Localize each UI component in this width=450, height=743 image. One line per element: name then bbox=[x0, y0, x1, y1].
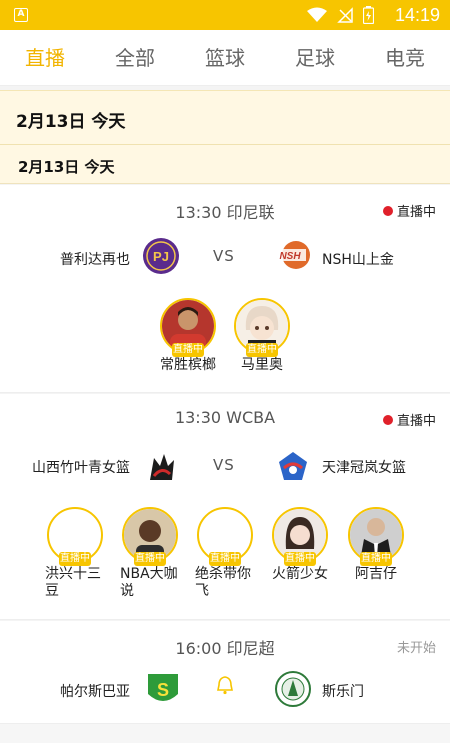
anchor-name: 马里奥 bbox=[241, 357, 283, 373]
anchor-item[interactable]: 直播中 洪兴十三 豆 bbox=[35, 507, 115, 600]
tab-basketball[interactable]: 篮球 bbox=[180, 30, 270, 85]
battery-charging-icon bbox=[363, 6, 374, 24]
match-status: 直播中 bbox=[382, 201, 436, 220]
anchor-live-tag: 直播中 bbox=[360, 552, 392, 566]
away-team-name: NSH山上金 bbox=[322, 252, 394, 268]
anchor-name: 洪兴十三 豆 bbox=[45, 566, 101, 599]
anchor-name: 阿吉仔 bbox=[355, 566, 397, 582]
anchor-item[interactable]: 直播中 马里奥 bbox=[222, 298, 302, 374]
match-card[interactable]: 13:30 印尼联 直播中 普利达再也 PJ VS NSH NSH山上金 直播中… bbox=[0, 185, 450, 393]
bell-icon[interactable] bbox=[216, 675, 234, 695]
anchor-item[interactable]: 直播中 阿吉仔 bbox=[336, 507, 416, 583]
anchor-live-tag: 直播中 bbox=[59, 552, 91, 566]
svg-text:S: S bbox=[157, 680, 169, 700]
wifi-icon bbox=[307, 7, 327, 22]
anchor-name: 绝杀带你 飞 bbox=[195, 566, 251, 599]
anchor-name: NBA大咖 说 bbox=[120, 566, 178, 599]
anchor-live-tag: 直播中 bbox=[284, 552, 316, 566]
away-team-logo bbox=[275, 671, 311, 707]
home-team-logo bbox=[150, 454, 174, 480]
clock: 14:19 bbox=[394, 5, 440, 25]
anchor-item[interactable]: 直播中 绝杀带你 飞 bbox=[185, 507, 265, 600]
date-header: 2月13日 今天 bbox=[0, 90, 450, 144]
live-dot-icon bbox=[382, 205, 393, 216]
anchor-live-tag: 直播中 bbox=[246, 343, 278, 357]
tab-esports[interactable]: 电竞 bbox=[360, 30, 450, 85]
anchor-item[interactable]: 直播中 常胜槟榔 bbox=[148, 298, 228, 374]
no-signal-icon bbox=[337, 7, 353, 23]
date-subheader: 2月13日 今天 bbox=[0, 144, 450, 184]
away-team-name: 斯乐门 bbox=[322, 684, 364, 700]
versus-label: VS bbox=[213, 456, 235, 474]
anchor-item[interactable]: 直播中 火箭少女 bbox=[260, 507, 340, 583]
anchor-live-tag: 直播中 bbox=[209, 552, 241, 566]
status-icons bbox=[307, 6, 374, 24]
match-status-label: 直播中 bbox=[396, 205, 436, 220]
match-status-label: 直播中 bbox=[396, 414, 436, 429]
tab-all[interactable]: 全部 bbox=[90, 30, 180, 85]
anchor-live-tag: 直播中 bbox=[134, 552, 166, 566]
match-status-label: 未开始 bbox=[396, 641, 436, 656]
tab-football[interactable]: 足球 bbox=[270, 30, 360, 85]
status-bar: A 14:19 bbox=[0, 0, 450, 30]
home-team-name: 山西竹叶青女篮 bbox=[32, 460, 130, 476]
home-team-name: 普利达再也 bbox=[60, 252, 130, 268]
match-time-league: 16:00 印尼超 bbox=[175, 639, 275, 658]
date-subheader-label: 2月13日 今天 bbox=[18, 158, 115, 176]
home-team-logo: PJ bbox=[143, 238, 179, 274]
svg-text:PJ: PJ bbox=[153, 249, 169, 264]
category-tabs: 直播 全部 篮球 足球 电竞 bbox=[0, 30, 450, 86]
match-card[interactable]: 16:00 印尼超 未开始 帕尔斯巴亚 S 斯乐门 bbox=[0, 621, 450, 724]
date-header-label: 2月13日 今天 bbox=[16, 112, 126, 132]
tab-live[interactable]: 直播 bbox=[0, 30, 90, 85]
anchor-live-tag: 直播中 bbox=[172, 343, 204, 357]
away-team-logo bbox=[279, 452, 307, 480]
versus-label: VS bbox=[213, 247, 235, 265]
live-dot-icon bbox=[382, 414, 393, 425]
match-card[interactable]: 13:30 WCBA 直播中 山西竹叶青女篮 VS 天津冠岚女篮 直播中 洪兴十… bbox=[0, 394, 450, 620]
away-team-name: 天津冠岚女篮 bbox=[322, 460, 406, 476]
anchor-item[interactable]: 直播中 NBA大咖 说 bbox=[110, 507, 190, 600]
svg-text:NSH: NSH bbox=[279, 251, 301, 262]
anchor-name: 常胜槟榔 bbox=[160, 357, 216, 373]
bottom-strip bbox=[0, 724, 450, 743]
anchor-name: 火箭少女 bbox=[272, 566, 328, 582]
home-team-name: 帕尔斯巴亚 bbox=[60, 684, 130, 700]
home-team-logo: S bbox=[148, 674, 178, 701]
away-team-logo: NSH bbox=[274, 241, 310, 269]
match-status: 直播中 bbox=[382, 410, 436, 429]
match-status: 未开始 bbox=[397, 637, 436, 656]
app-notification-icon: A bbox=[14, 8, 28, 22]
